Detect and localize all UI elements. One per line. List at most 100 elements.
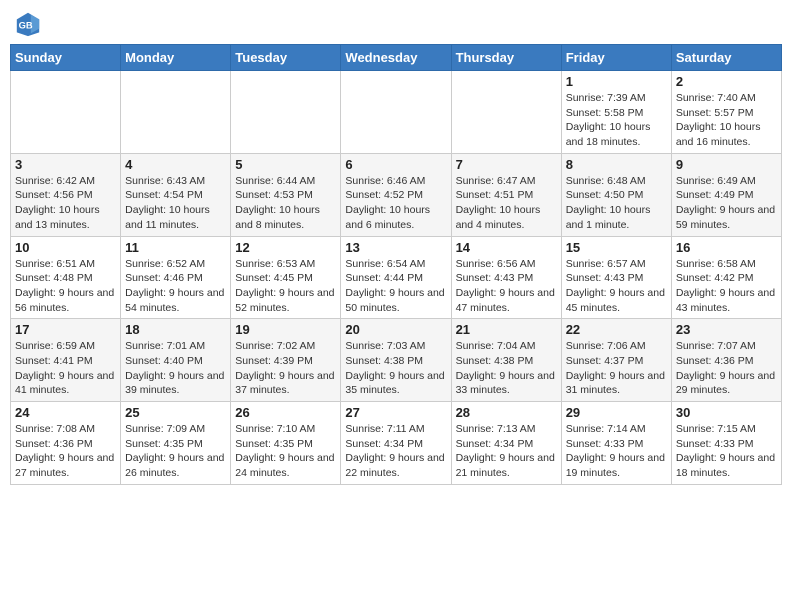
day-number: 5 bbox=[235, 157, 336, 172]
day-number: 14 bbox=[456, 240, 557, 255]
calendar-cell: 29Sunrise: 7:14 AM Sunset: 4:33 PM Dayli… bbox=[561, 402, 671, 485]
calendar-table: SundayMondayTuesdayWednesdayThursdayFrid… bbox=[10, 44, 782, 485]
calendar-cell: 21 Sunrise: 7:04 AM Sunset: 4:38 PM Dayli… bbox=[451, 319, 561, 402]
day-info: Sunrise: 7:06 AM Sunset: 4:37 PM Dayligh… bbox=[566, 339, 667, 398]
day-info: Sunrise: 6:42 AM Sunset: 4:56 PM Dayligh… bbox=[15, 174, 116, 233]
column-header-monday: Monday bbox=[121, 45, 231, 71]
calendar-cell: 28 Sunrise: 7:13 AM Sunset: 4:34 PM Dayli… bbox=[451, 402, 561, 485]
day-number: 7 bbox=[456, 157, 557, 172]
day-info: Sunrise: 7:03 AM Sunset: 4:38 PM Dayligh… bbox=[345, 339, 446, 398]
day-info: Sunrise: 7:01 AM Sunset: 4:40 PM Dayligh… bbox=[125, 339, 226, 398]
calendar-week-row: 1 Sunrise: 7:39 AM Sunset: 5:58 PM Daylig… bbox=[11, 71, 782, 154]
calendar-cell bbox=[121, 71, 231, 154]
day-info: Sunrise: 6:59 AM Sunset: 4:41 PM Dayligh… bbox=[15, 339, 116, 398]
day-number: 18 bbox=[125, 322, 226, 337]
day-number: 12 bbox=[235, 240, 336, 255]
calendar-cell: 2 Sunrise: 7:40 AM Sunset: 5:57 PM Daylig… bbox=[671, 71, 781, 154]
day-number: 26 bbox=[235, 405, 336, 420]
page-header: GB bbox=[10, 10, 782, 38]
calendar-week-row: 3 Sunrise: 6:42 AM Sunset: 4:56 PM Daylig… bbox=[11, 153, 782, 236]
calendar-week-row: 10 Sunrise: 6:51 AM Sunset: 4:48 PM Dayli… bbox=[11, 236, 782, 319]
column-header-thursday: Thursday bbox=[451, 45, 561, 71]
day-number: 22 bbox=[566, 322, 667, 337]
svg-text:GB: GB bbox=[19, 21, 33, 31]
calendar-cell: 5 Sunrise: 6:44 AM Sunset: 4:53 PM Daylig… bbox=[231, 153, 341, 236]
calendar-cell: 30 Sunrise: 7:15 AM Sunset: 4:33 PM Dayli… bbox=[671, 402, 781, 485]
day-number: 16 bbox=[676, 240, 777, 255]
day-number: 9 bbox=[676, 157, 777, 172]
calendar-cell bbox=[231, 71, 341, 154]
logo-icon: GB bbox=[14, 10, 42, 38]
day-info: Sunrise: 7:40 AM Sunset: 5:57 PM Dayligh… bbox=[676, 91, 777, 150]
calendar-cell: 20 Sunrise: 7:03 AM Sunset: 4:38 PM Dayli… bbox=[341, 319, 451, 402]
day-number: 23 bbox=[676, 322, 777, 337]
calendar-cell: 23 Sunrise: 7:07 AM Sunset: 4:36 PM Dayli… bbox=[671, 319, 781, 402]
day-info: Sunrise: 6:44 AM Sunset: 4:53 PM Dayligh… bbox=[235, 174, 336, 233]
day-number: 15 bbox=[566, 240, 667, 255]
calendar-cell: 17 Sunrise: 6:59 AM Sunset: 4:41 PM Dayli… bbox=[11, 319, 121, 402]
day-info: Sunrise: 7:11 AM Sunset: 4:34 PM Dayligh… bbox=[345, 422, 446, 481]
day-info: Sunrise: 6:51 AM Sunset: 4:48 PM Dayligh… bbox=[15, 257, 116, 316]
calendar-week-row: 24Sunrise: 7:08 AM Sunset: 4:36 PM Dayli… bbox=[11, 402, 782, 485]
calendar-cell: 22 Sunrise: 7:06 AM Sunset: 4:37 PM Dayli… bbox=[561, 319, 671, 402]
day-number: 3 bbox=[15, 157, 116, 172]
column-header-saturday: Saturday bbox=[671, 45, 781, 71]
calendar-cell: 14 Sunrise: 6:56 AM Sunset: 4:43 PM Dayli… bbox=[451, 236, 561, 319]
calendar-cell bbox=[451, 71, 561, 154]
calendar-cell bbox=[341, 71, 451, 154]
calendar-cell: 7 Sunrise: 6:47 AM Sunset: 4:51 PM Daylig… bbox=[451, 153, 561, 236]
day-info: Sunrise: 7:15 AM Sunset: 4:33 PM Dayligh… bbox=[676, 422, 777, 481]
calendar-cell: 6 Sunrise: 6:46 AM Sunset: 4:52 PM Daylig… bbox=[341, 153, 451, 236]
day-info: Sunrise: 6:43 AM Sunset: 4:54 PM Dayligh… bbox=[125, 174, 226, 233]
day-number: 11 bbox=[125, 240, 226, 255]
calendar-cell: 11Sunrise: 6:52 AM Sunset: 4:46 PM Dayli… bbox=[121, 236, 231, 319]
calendar-cell: 8Sunrise: 6:48 AM Sunset: 4:50 PM Daylig… bbox=[561, 153, 671, 236]
calendar-cell: 15Sunrise: 6:57 AM Sunset: 4:43 PM Dayli… bbox=[561, 236, 671, 319]
day-number: 28 bbox=[456, 405, 557, 420]
day-number: 6 bbox=[345, 157, 446, 172]
day-info: Sunrise: 7:02 AM Sunset: 4:39 PM Dayligh… bbox=[235, 339, 336, 398]
day-info: Sunrise: 7:07 AM Sunset: 4:36 PM Dayligh… bbox=[676, 339, 777, 398]
day-number: 30 bbox=[676, 405, 777, 420]
day-info: Sunrise: 7:04 AM Sunset: 4:38 PM Dayligh… bbox=[456, 339, 557, 398]
day-info: Sunrise: 7:10 AM Sunset: 4:35 PM Dayligh… bbox=[235, 422, 336, 481]
day-info: Sunrise: 6:58 AM Sunset: 4:42 PM Dayligh… bbox=[676, 257, 777, 316]
day-info: Sunrise: 6:48 AM Sunset: 4:50 PM Dayligh… bbox=[566, 174, 667, 233]
day-number: 1 bbox=[566, 74, 667, 89]
column-header-sunday: Sunday bbox=[11, 45, 121, 71]
calendar-cell: 13 Sunrise: 6:54 AM Sunset: 4:44 PM Dayli… bbox=[341, 236, 451, 319]
day-info: Sunrise: 6:56 AM Sunset: 4:43 PM Dayligh… bbox=[456, 257, 557, 316]
day-number: 17 bbox=[15, 322, 116, 337]
day-info: Sunrise: 7:39 AM Sunset: 5:58 PM Dayligh… bbox=[566, 91, 667, 150]
calendar-cell: 3 Sunrise: 6:42 AM Sunset: 4:56 PM Daylig… bbox=[11, 153, 121, 236]
calendar-cell: 18 Sunrise: 7:01 AM Sunset: 4:40 PM Dayli… bbox=[121, 319, 231, 402]
calendar-cell: 12 Sunrise: 6:53 AM Sunset: 4:45 PM Dayli… bbox=[231, 236, 341, 319]
day-number: 2 bbox=[676, 74, 777, 89]
day-info: Sunrise: 7:13 AM Sunset: 4:34 PM Dayligh… bbox=[456, 422, 557, 481]
day-info: Sunrise: 6:46 AM Sunset: 4:52 PM Dayligh… bbox=[345, 174, 446, 233]
day-info: Sunrise: 7:09 AM Sunset: 4:35 PM Dayligh… bbox=[125, 422, 226, 481]
day-info: Sunrise: 6:54 AM Sunset: 4:44 PM Dayligh… bbox=[345, 257, 446, 316]
column-header-tuesday: Tuesday bbox=[231, 45, 341, 71]
day-info: Sunrise: 6:49 AM Sunset: 4:49 PM Dayligh… bbox=[676, 174, 777, 233]
column-header-friday: Friday bbox=[561, 45, 671, 71]
calendar-cell: 10 Sunrise: 6:51 AM Sunset: 4:48 PM Dayli… bbox=[11, 236, 121, 319]
logo: GB bbox=[14, 10, 46, 38]
column-header-wednesday: Wednesday bbox=[341, 45, 451, 71]
day-info: Sunrise: 6:53 AM Sunset: 4:45 PM Dayligh… bbox=[235, 257, 336, 316]
day-info: Sunrise: 6:47 AM Sunset: 4:51 PM Dayligh… bbox=[456, 174, 557, 233]
day-number: 19 bbox=[235, 322, 336, 337]
calendar-cell: 27 Sunrise: 7:11 AM Sunset: 4:34 PM Dayli… bbox=[341, 402, 451, 485]
calendar-cell: 25 Sunrise: 7:09 AM Sunset: 4:35 PM Dayli… bbox=[121, 402, 231, 485]
day-number: 20 bbox=[345, 322, 446, 337]
day-number: 27 bbox=[345, 405, 446, 420]
calendar-cell bbox=[11, 71, 121, 154]
day-number: 13 bbox=[345, 240, 446, 255]
day-number: 25 bbox=[125, 405, 226, 420]
calendar-cell: 9 Sunrise: 6:49 AM Sunset: 4:49 PM Daylig… bbox=[671, 153, 781, 236]
calendar-header-row: SundayMondayTuesdayWednesdayThursdayFrid… bbox=[11, 45, 782, 71]
day-number: 29 bbox=[566, 405, 667, 420]
day-number: 21 bbox=[456, 322, 557, 337]
day-number: 10 bbox=[15, 240, 116, 255]
day-info: Sunrise: 7:08 AM Sunset: 4:36 PM Dayligh… bbox=[15, 422, 116, 481]
